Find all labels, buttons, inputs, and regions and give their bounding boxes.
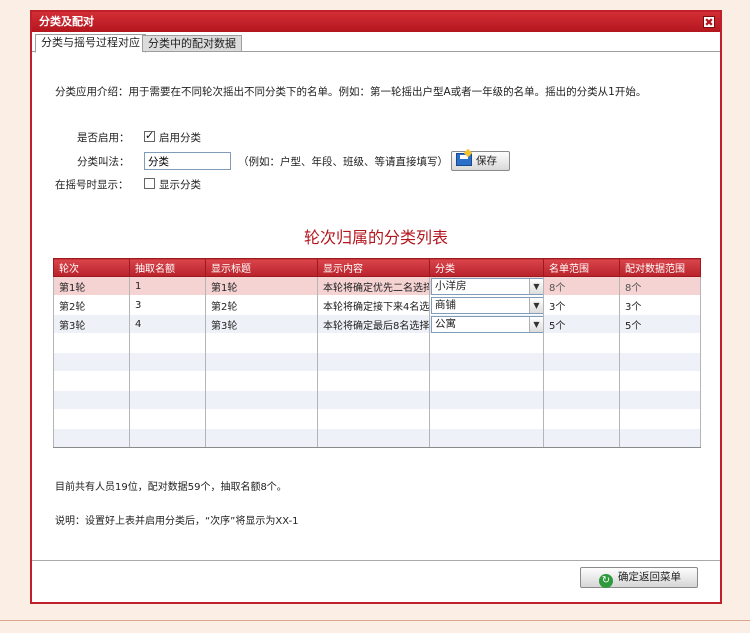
table-row[interactable]: 第1轮 1 第1轮 本轮将确定优先二名选择 小洋房 ▼ 8个 8个 — [53, 276, 701, 296]
enable-category-option[interactable]: 启用分类 — [144, 129, 201, 145]
cell-category: 公寓 ▼ — [429, 314, 544, 334]
enable-category-label: 启用分类 — [159, 132, 201, 144]
empty-row — [53, 371, 701, 391]
return-arrow-icon: ↻ — [599, 574, 613, 588]
display-category-option[interactable]: 显示分类 — [144, 177, 201, 192]
col-header-category[interactable]: 分类 — [429, 258, 544, 277]
empty-row — [53, 390, 701, 410]
cell-round[interactable]: 第3轮 — [53, 314, 130, 334]
chevron-down-icon[interactable]: ▼ — [529, 297, 543, 313]
col-header-pair-range[interactable]: 配对数据范围 — [619, 258, 701, 277]
chevron-down-icon[interactable]: ▼ — [529, 316, 543, 332]
dialog-title: 分类及配对 — [39, 15, 94, 28]
table-title: 轮次归属的分类列表 — [303, 228, 448, 247]
category-select[interactable]: 小洋房 ▼ — [431, 277, 543, 295]
display-label: 在摇号时显示： — [55, 179, 129, 191]
cell-display-content[interactable]: 本轮将确定接下来4名选择 — [317, 295, 430, 315]
tab-content: 分类应用介绍：用于需要在不同轮次摇出不同分类下的名单。例如：第一轮摇出户型A或者… — [32, 52, 720, 560]
empty-row — [53, 409, 701, 429]
background-divider — [0, 620, 750, 621]
category-name-input[interactable] — [144, 152, 231, 170]
cell-display-content[interactable]: 本轮将确定最后8名选择 — [317, 314, 430, 334]
cell-display-content[interactable]: 本轮将确定优先二名选择 — [317, 276, 430, 296]
cell-display-title[interactable]: 第2轮 — [205, 295, 318, 315]
table-row[interactable]: 第2轮 3 第2轮 本轮将确定接下来4名选择 商铺 ▼ 3个 3个 — [53, 295, 701, 315]
cell-round[interactable]: 第2轮 — [53, 295, 130, 315]
empty-row — [53, 352, 701, 372]
category-select[interactable]: 公寓 ▼ — [431, 315, 543, 333]
col-header-display-title[interactable]: 显示标题 — [205, 258, 318, 277]
category-select-value: 公寓 — [435, 317, 456, 330]
table-row[interactable]: 第3轮 4 第3轮 本轮将确定最后8名选择 公寓 ▼ 5个 5个 — [53, 314, 701, 334]
enable-category-checkbox[interactable] — [144, 129, 155, 142]
cell-round[interactable]: 第1轮 — [53, 276, 130, 296]
note-text: 说明：设置好上表并启用分类后，“次序”将显示为XX-1 — [55, 516, 299, 527]
cell-list-range: 3个 — [543, 295, 620, 315]
cell-display-title[interactable]: 第1轮 — [205, 276, 318, 296]
round-category-table: 轮次 抽取名额 显示标题 显示内容 分类 名单范围 配对数据范围 第1轮 1 第… — [53, 258, 701, 448]
cell-quota[interactable]: 3 — [129, 295, 206, 315]
cell-display-title[interactable]: 第3轮 — [205, 314, 318, 334]
intro-text: 分类应用介绍：用于需要在不同轮次摇出不同分类下的名单。例如：第一轮摇出户型A或者… — [55, 86, 647, 98]
cell-list-range: 5个 — [543, 314, 620, 334]
return-menu-label: 确定返回菜单 — [618, 571, 681, 583]
empty-row — [53, 333, 701, 353]
cell-category: 商铺 ▼ — [429, 295, 544, 315]
enable-label: 是否启用： — [77, 132, 130, 144]
tab-bar: 分类与摇号过程对应 分类中的配对数据 — [32, 34, 720, 53]
cell-pair-range: 8个 — [619, 276, 701, 296]
category-dialog: 分类及配对 ✖ 分类与摇号过程对应 分类中的配对数据 分类应用介绍：用于需要在不… — [30, 10, 722, 604]
save-button[interactable]: 保存 — [451, 151, 510, 171]
dialog-titlebar: 分类及配对 ✖ — [32, 12, 720, 32]
display-category-checkbox[interactable] — [144, 178, 155, 189]
close-icon[interactable]: ✖ — [703, 16, 715, 29]
save-icon — [456, 153, 472, 166]
cell-category: 小洋房 ▼ — [429, 276, 544, 296]
return-menu-button[interactable]: ↻ 确定返回菜单 — [580, 567, 698, 588]
summary-text: 目前共有人员19位，配对数据59个，抽取名额8个。 — [55, 482, 287, 493]
empty-row — [53, 428, 701, 448]
cell-list-range: 8个 — [543, 276, 620, 296]
tab-round-mapping[interactable]: 分类与摇号过程对应 — [35, 34, 146, 53]
chevron-down-icon[interactable]: ▼ — [529, 278, 543, 294]
col-header-quota[interactable]: 抽取名额 — [129, 258, 206, 277]
category-name-hint: （例如：户型、年段、班级、等请直接填写） — [238, 156, 448, 168]
display-category-label: 显示分类 — [159, 179, 201, 191]
cell-quota[interactable]: 4 — [129, 314, 206, 334]
dialog-footer: ↻ 确定返回菜单 — [32, 560, 720, 602]
category-select-value: 小洋房 — [435, 279, 467, 292]
category-select-value: 商铺 — [435, 298, 456, 311]
category-select[interactable]: 商铺 ▼ — [431, 296, 543, 314]
col-header-display-content[interactable]: 显示内容 — [317, 258, 430, 277]
col-header-round[interactable]: 轮次 — [53, 258, 130, 277]
table-header-row: 轮次 抽取名额 显示标题 显示内容 分类 名单范围 配对数据范围 — [53, 258, 701, 277]
category-name-label: 分类叫法： — [77, 156, 130, 168]
cell-pair-range: 5个 — [619, 314, 701, 334]
tab-pair-data[interactable]: 分类中的配对数据 — [142, 35, 242, 52]
col-header-list-range[interactable]: 名单范围 — [543, 258, 620, 277]
cell-pair-range: 3个 — [619, 295, 701, 315]
cell-quota[interactable]: 1 — [129, 276, 206, 296]
save-button-label: 保存 — [476, 155, 497, 167]
